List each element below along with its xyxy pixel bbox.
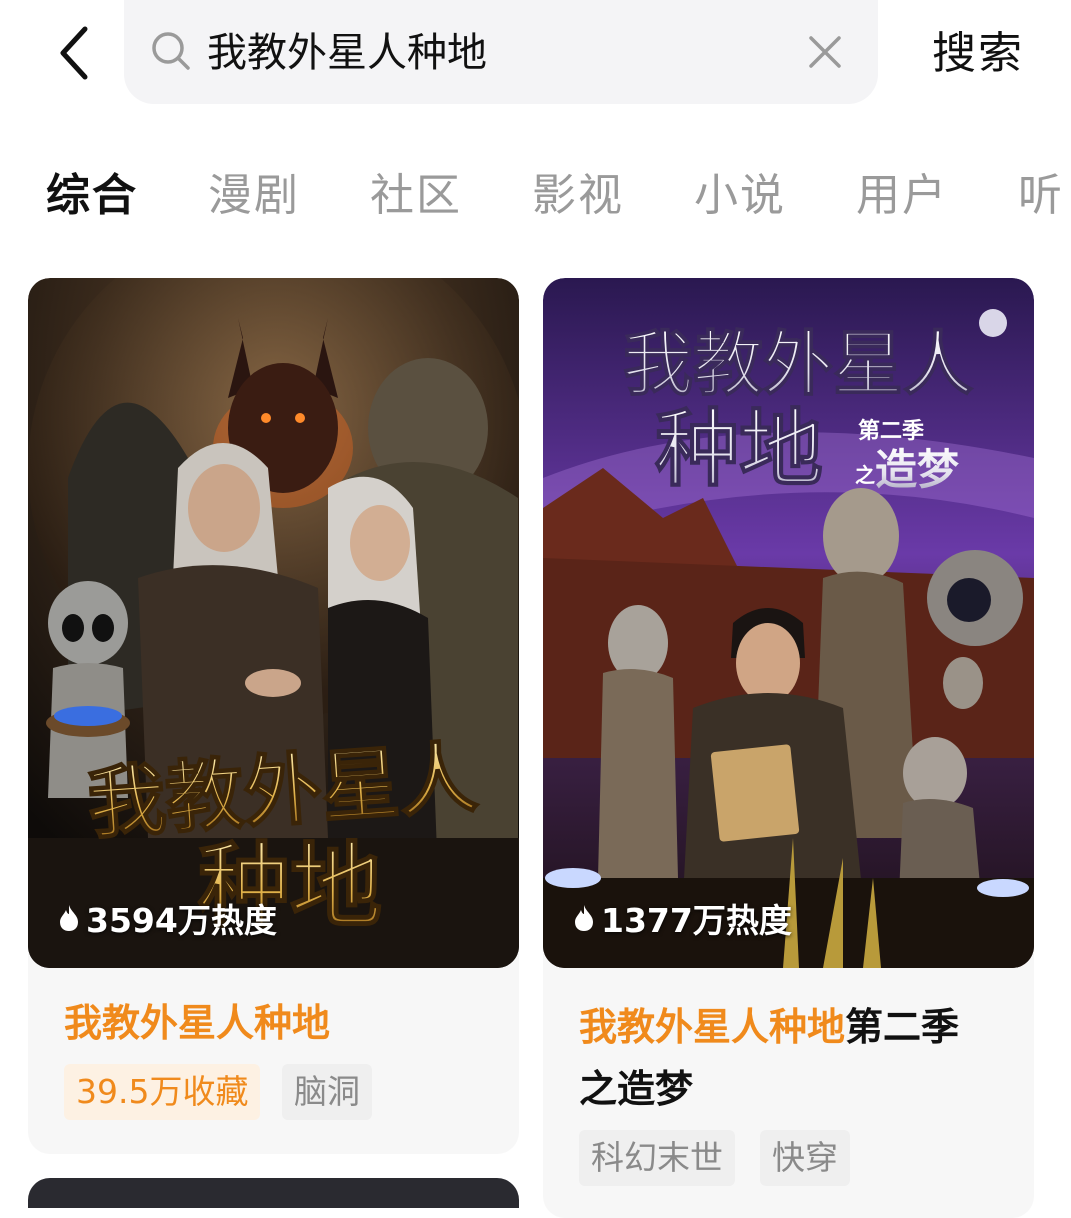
tab-listen[interactable]: 听 (1018, 160, 1064, 232)
back-arrow-icon (60, 26, 88, 80)
tab-novel[interactable]: 小说 (694, 160, 786, 232)
tab-comprehensive[interactable]: 综合 (46, 160, 138, 232)
cover-zhi: 之 (855, 463, 875, 487)
heat-badge: 3594万热度 (58, 893, 277, 943)
cover-season: 第二季 (858, 418, 924, 444)
genre-tag[interactable]: 科幻末世 (579, 1130, 735, 1186)
top-bar: 搜索 (0, 0, 1071, 110)
category-tabs: 综合 漫剧 社区 影视 小说 用户 听 (0, 160, 1071, 240)
cover-image: 我教外星人 种地 (28, 278, 519, 968)
favorites-tag: 39.5万收藏 (64, 1064, 261, 1120)
cover-subtitle: 造梦 (875, 445, 959, 494)
heat-badge: 1377万热度 (573, 893, 792, 943)
title-highlight: 我教外星人种地 (579, 1005, 846, 1049)
cover-title-line2: 种地 (655, 399, 823, 498)
heat-count: 1377万热度 (601, 901, 792, 940)
cover-title-line1: 我教外星人 (623, 322, 973, 405)
search-input[interactable] (207, 18, 787, 88)
search-icon (152, 32, 190, 70)
result-card[interactable]: 我教外星人 种地 3594万热度 我教外星人种地 39.5万收藏 脑洞 (28, 278, 519, 1154)
tab-community[interactable]: 社区 (370, 160, 462, 232)
flame-icon (60, 905, 78, 931)
title-rest: 第二季 (845, 1005, 960, 1049)
tab-short-drama[interactable]: 漫剧 (208, 160, 300, 232)
cover-image: 我教外星人 种地 第二季 之 造梦 (543, 278, 1034, 968)
genre-tag[interactable]: 脑洞 (282, 1064, 372, 1120)
flame-icon (575, 905, 593, 931)
tab-film-tv[interactable]: 影视 (532, 160, 624, 232)
heat-count: 3594万热度 (86, 901, 277, 940)
title-highlight: 我教外星人种地 (64, 1001, 331, 1045)
clear-icon[interactable] (805, 32, 845, 72)
tab-users[interactable]: 用户 (856, 160, 948, 232)
title-line2: 之造梦 (579, 1067, 694, 1111)
result-title[interactable]: 我教外星人种地 (64, 992, 494, 1054)
genre-tag[interactable]: 快穿 (760, 1130, 850, 1186)
result-title[interactable]: 我教外星人种地第二季 之造梦 (579, 996, 1019, 1120)
search-button[interactable]: 搜索 (918, 18, 1038, 90)
back-button[interactable] (40, 16, 110, 90)
result-card[interactable]: 我教外星人 种地 第二季 之 造梦 1377万热度 我教外星人种地第二季 之造梦… (543, 278, 1034, 1218)
